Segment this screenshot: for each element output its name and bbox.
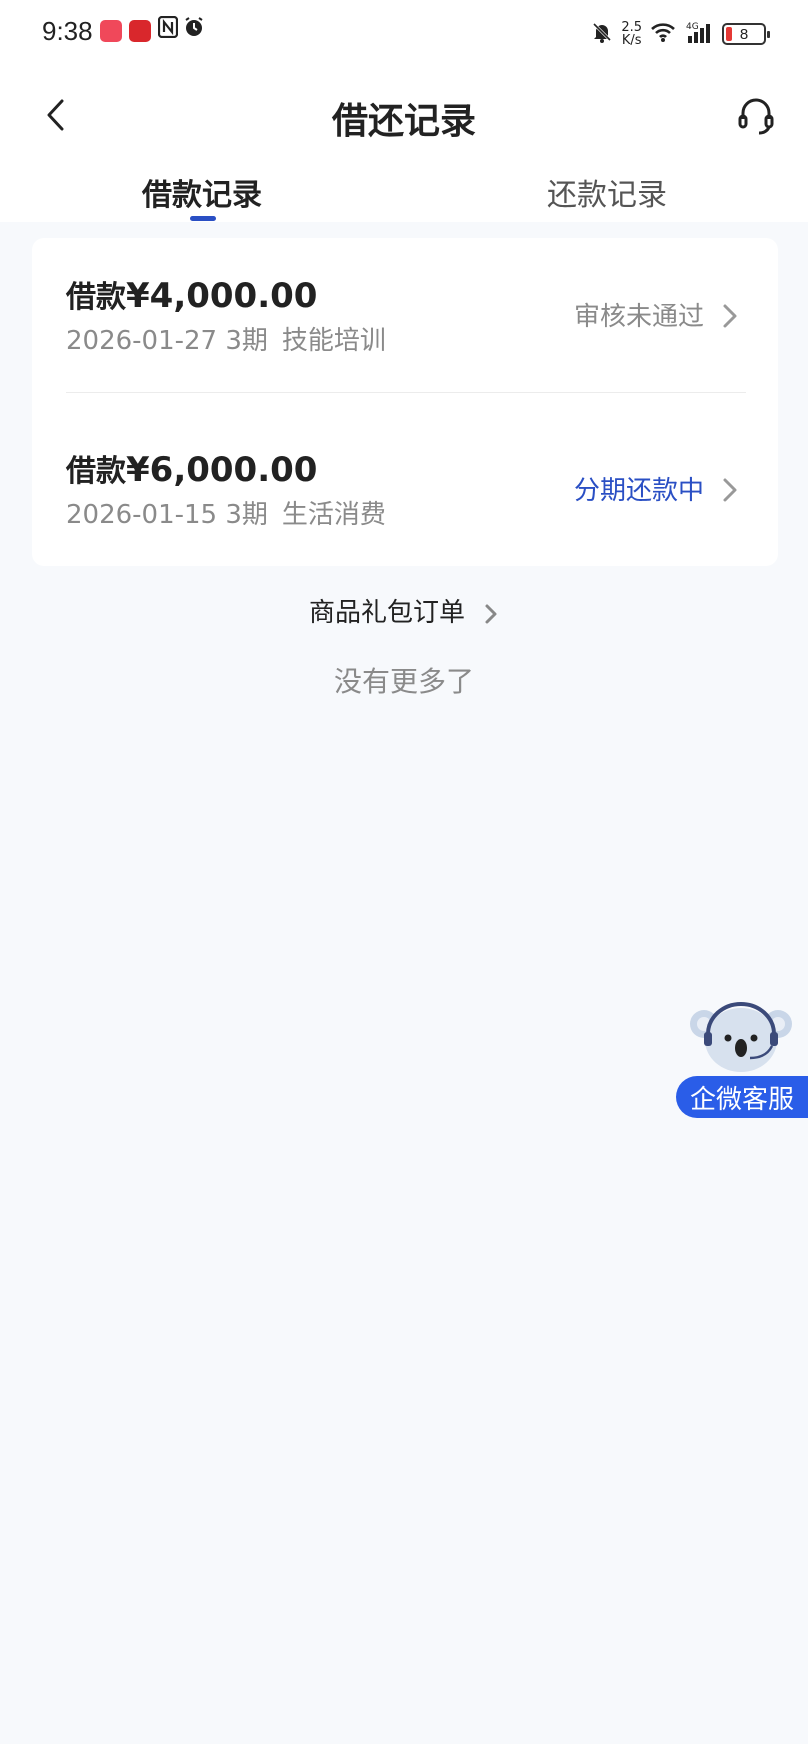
mute-icon: [591, 21, 613, 47]
net-speed: 2.5 K/s: [621, 21, 642, 47]
svg-text:4G: 4G: [686, 22, 699, 32]
alarm-icon: [183, 16, 205, 44]
app-notification-icon: [100, 20, 122, 42]
battery-icon: 8: [722, 23, 770, 45]
status-time: 9:38: [42, 16, 93, 46]
loan-record-list: 借款¥4,000.00 2026-01-27 3期 技能培训 审核未通过 借款¥6…: [32, 238, 778, 566]
loan-record-item[interactable]: 借款¥6,000.00 2026-01-15 3期 生活消费 分期还款中: [32, 412, 778, 576]
divider: [66, 392, 746, 393]
gift-package-orders-link[interactable]: 商品礼包订单: [0, 592, 808, 629]
headset-icon: [738, 98, 774, 135]
battery-percent: 8: [739, 25, 749, 43]
status-bar: 9:38 2.5 K/s 4G 8: [0, 0, 808, 68]
wecom-service-label: 企微客服: [676, 1076, 808, 1118]
record-status: 分期还款中: [573, 476, 704, 506]
customer-support-button[interactable]: [730, 90, 782, 142]
chevron-right-icon: [723, 304, 737, 328]
record-purpose: 技能培训: [281, 326, 386, 356]
record-details: 2026-01-15 3期 生活消费: [66, 494, 386, 531]
record-status: 审核未通过: [573, 302, 704, 332]
record-term: 3期: [225, 326, 268, 356]
amount-label: 借款: [66, 280, 126, 315]
record-date: 2026-01-15: [66, 500, 218, 530]
active-tab-indicator: [190, 216, 216, 221]
wifi-icon: [650, 21, 676, 47]
amount-value: ¥6,000.00: [126, 450, 318, 490]
record-amount: 借款¥6,000.00: [66, 446, 317, 490]
chevron-right-icon: [723, 478, 737, 502]
record-amount: 借款¥4,000.00: [66, 272, 317, 316]
chevron-right-icon: [485, 604, 497, 623]
status-right-group: 2.5 K/s 4G 8: [591, 18, 770, 50]
koala-mascot-icon: [690, 1002, 792, 1072]
amount-label: 借款: [66, 454, 126, 489]
end-of-list-text: 没有更多了: [333, 665, 474, 698]
loan-record-item[interactable]: 借款¥4,000.00 2026-01-27 3期 技能培训 审核未通过: [32, 238, 778, 402]
gift-link-label: 商品礼包订单: [308, 598, 465, 628]
record-tabs: 借款记录 还款记录: [0, 160, 808, 222]
record-purpose: 生活消费: [281, 500, 386, 530]
record-term: 3期: [225, 500, 268, 530]
net-speed-unit: K/s: [621, 33, 642, 48]
nav-header: 借还记录: [0, 80, 808, 152]
wecom-service-button[interactable]: 企微客服: [676, 1000, 808, 1120]
record-details: 2026-01-27 3期 技能培训: [66, 320, 386, 357]
page-title: 借还记录: [331, 101, 476, 142]
record-date: 2026-01-27: [66, 326, 218, 356]
app-notification-icon-2: [129, 20, 151, 42]
tab-loan-records[interactable]: 借款记录: [72, 170, 332, 214]
nfc-icon: [157, 15, 179, 44]
signal-4g-icon: 4G: [684, 20, 714, 48]
tab-repayment-records[interactable]: 还款记录: [477, 170, 737, 214]
battery-level: [726, 27, 732, 41]
amount-value: ¥4,000.00: [126, 276, 318, 316]
